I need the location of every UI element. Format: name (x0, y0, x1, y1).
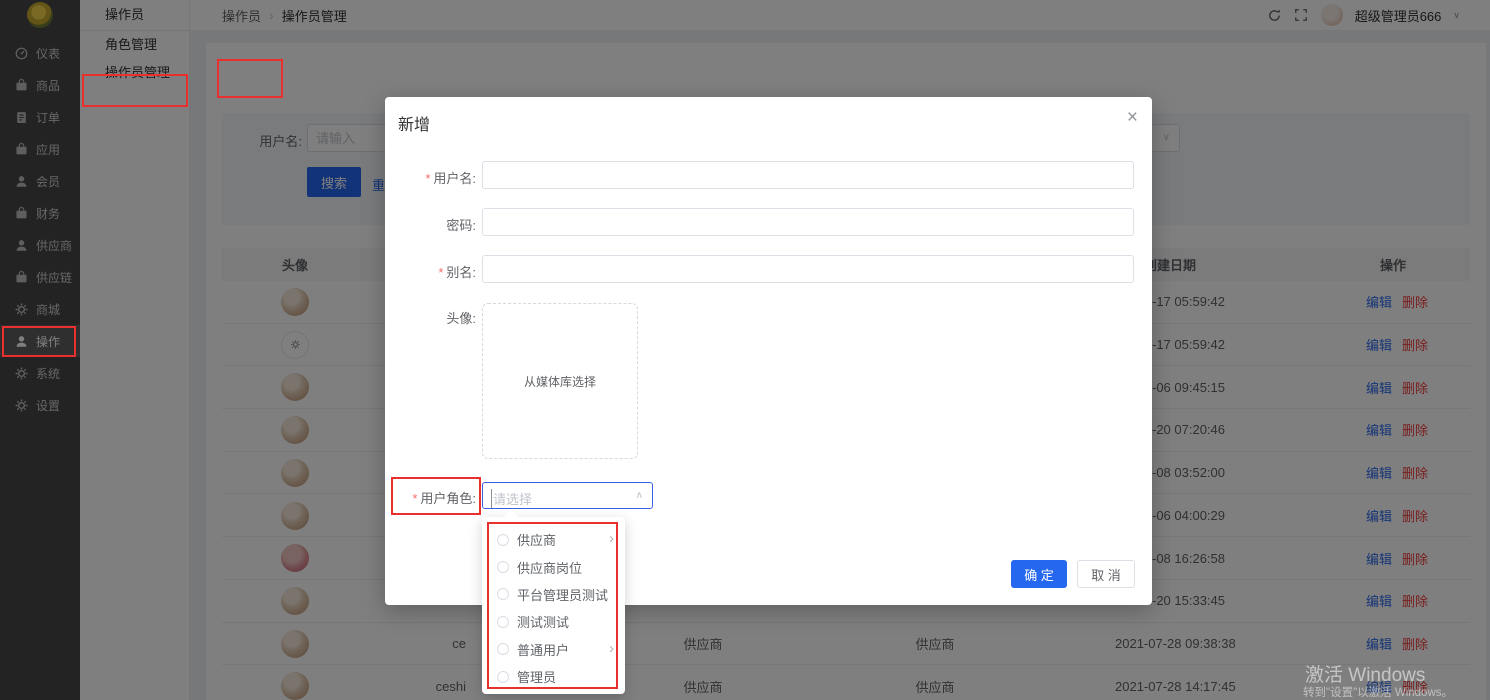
alias-label: *别名: (385, 262, 476, 281)
screen: 仪表商品订单应用会员财务供应商供应链商城操作系统设置 操作员 角色管理 操作员管… (0, 0, 1490, 700)
dropdown-option-4[interactable]: 普通用户 › (482, 636, 625, 663)
password-field[interactable] (482, 208, 1134, 236)
media-library-picker[interactable]: 从媒体库选择 (482, 303, 638, 459)
dropdown-option-3[interactable]: 测试测试 (482, 608, 625, 635)
user-role-select[interactable]: 请选择 ∧ (482, 482, 653, 509)
dropdown-option-5[interactable]: 管理员 (482, 663, 625, 690)
dropdown-list: 供应商 › 供应商岗位平台管理员测试测试测试普通用户 › 管理员 (482, 526, 625, 690)
radio-icon[interactable] (497, 643, 509, 655)
role-dropdown: 供应商 › 供应商岗位平台管理员测试测试测试普通用户 › 管理员 (482, 517, 625, 694)
cancel-button[interactable]: 取 消 (1077, 560, 1135, 588)
dropdown-option-label: 管理员 (517, 667, 556, 686)
avatar-label: 头像: (385, 308, 476, 327)
username-field[interactable] (482, 161, 1134, 189)
dropdown-option-1[interactable]: 供应商岗位 (482, 553, 625, 580)
required-asterisk: * (438, 265, 443, 280)
chevron-right-icon: › (609, 530, 614, 547)
user-role-label: *用户角色: (385, 488, 476, 507)
radio-icon[interactable] (497, 534, 509, 546)
dropdown-option-label: 平台管理员测试 (517, 585, 608, 604)
required-asterisk: * (412, 491, 417, 506)
alias-field[interactable] (482, 255, 1134, 283)
dropdown-option-label: 测试测试 (517, 612, 569, 631)
radio-icon[interactable] (497, 671, 509, 683)
windows-activation-watermark: 激活 Windows (1305, 660, 1425, 687)
username-label: *用户名: (385, 168, 476, 187)
chevron-right-icon: › (609, 640, 614, 657)
required-asterisk: * (425, 171, 430, 186)
modal-title: 新增 (398, 111, 430, 135)
windows-activation-watermark-sub: 转到"设置"以激活 Windows。 (1303, 684, 1453, 700)
dropdown-option-label: 供应商岗位 (517, 558, 582, 577)
confirm-button[interactable]: 确 定 (1011, 560, 1067, 588)
dropdown-option-label: 供应商 (517, 530, 556, 549)
dropdown-option-0[interactable]: 供应商 › (482, 526, 625, 553)
radio-icon[interactable] (497, 616, 509, 628)
radio-icon[interactable] (497, 561, 509, 573)
dropdown-option-label: 普通用户 (517, 640, 569, 659)
dropdown-option-2[interactable]: 平台管理员测试 (482, 581, 625, 608)
password-label: 密码: (385, 215, 476, 234)
close-icon[interactable]: × (1127, 108, 1138, 127)
radio-icon[interactable] (497, 588, 509, 600)
chevron-up-icon: ∧ (636, 490, 643, 501)
select-placeholder: 请选择 (491, 489, 532, 508)
